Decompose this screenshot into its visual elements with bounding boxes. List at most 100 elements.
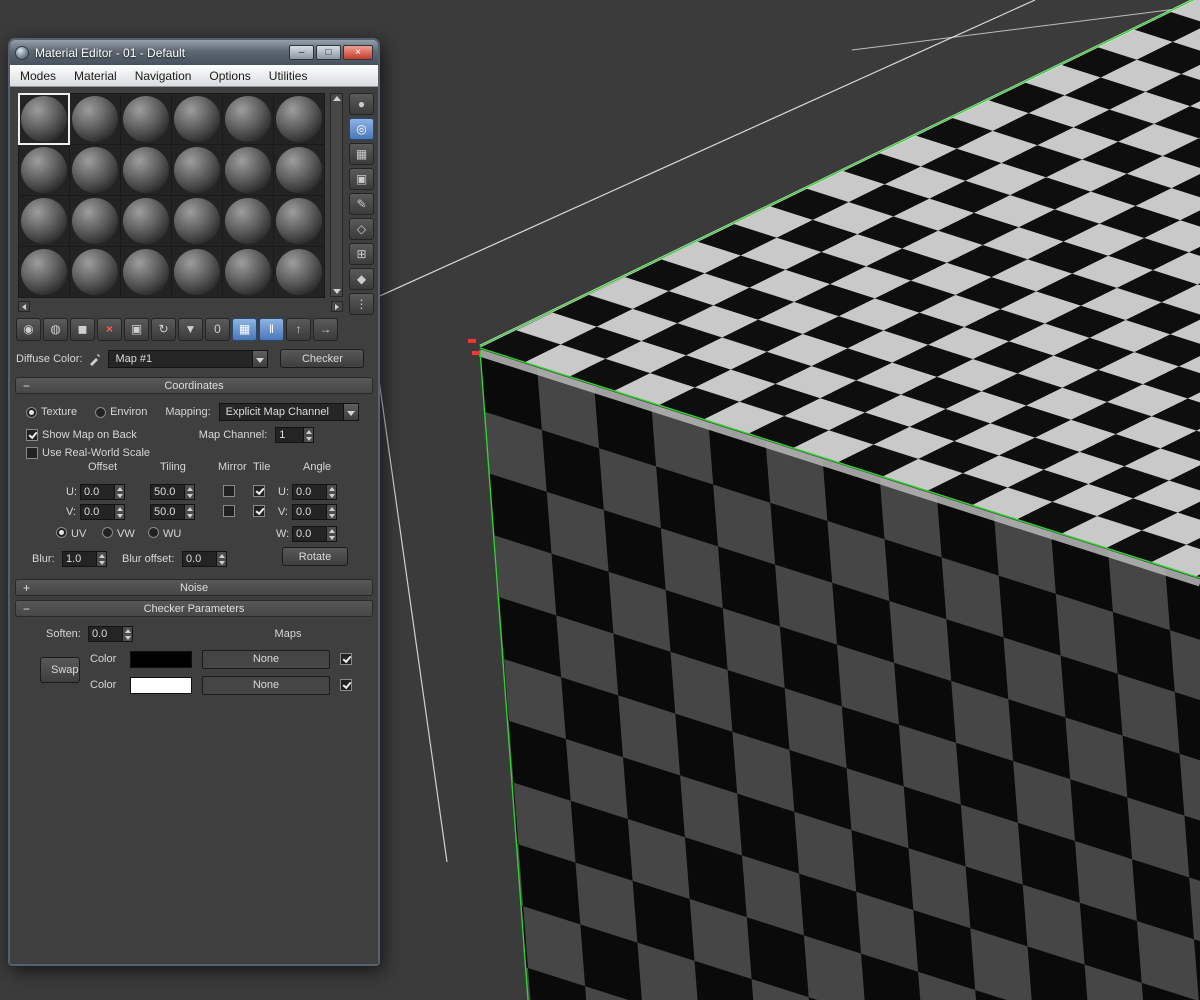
- video-color-check-button[interactable]: ✎: [349, 193, 374, 215]
- angle-u-spinner[interactable]: [326, 484, 337, 500]
- vw-radio-label[interactable]: VW: [117, 528, 135, 540]
- assign-material-to-selection-button[interactable]: ◼: [70, 318, 95, 341]
- angle-v-spinner[interactable]: [326, 504, 337, 520]
- menu-utilities[interactable]: Utilities: [269, 69, 308, 83]
- maximize-button[interactable]: □: [316, 45, 341, 60]
- vertex-marker[interactable]: [472, 351, 480, 355]
- slots-scrollbar[interactable]: [330, 93, 343, 297]
- material-slot[interactable]: [121, 94, 171, 144]
- tiling-v-field[interactable]: [150, 504, 184, 520]
- chevron-down-icon[interactable]: [252, 350, 268, 367]
- material-slot[interactable]: [172, 94, 222, 144]
- put-material-to-scene-button[interactable]: ◍: [43, 318, 68, 341]
- show-map-on-back-label[interactable]: Show Map on Back: [42, 429, 137, 441]
- slots-scroll-left[interactable]: [18, 301, 30, 312]
- material-slot[interactable]: [121, 247, 171, 297]
- material-slot[interactable]: [19, 145, 69, 195]
- tile-u-checkbox[interactable]: [253, 485, 265, 497]
- menu-navigation[interactable]: Navigation: [135, 69, 192, 83]
- material-slot[interactable]: [70, 247, 120, 297]
- mapping-dropdown[interactable]: Explicit Map Channel: [218, 403, 359, 421]
- blur-offset-field[interactable]: [182, 551, 216, 567]
- blur-spinner[interactable]: [96, 551, 107, 567]
- mirror-u-checkbox[interactable]: [223, 485, 235, 497]
- tiling-u-spinner[interactable]: [184, 484, 195, 500]
- soften-spinner[interactable]: [122, 626, 133, 642]
- mirror-v-checkbox[interactable]: [223, 505, 235, 517]
- material-slot[interactable]: [121, 145, 171, 195]
- angle-w-spinner[interactable]: [326, 526, 337, 542]
- coordinates-rollout-header[interactable]: − Coordinates: [15, 377, 373, 394]
- offset-u-spinner[interactable]: [114, 484, 125, 500]
- expand-icon[interactable]: +: [23, 580, 30, 596]
- material-slot[interactable]: [172, 196, 222, 246]
- eyedropper-icon[interactable]: [88, 352, 102, 366]
- show-map-in-viewport-button[interactable]: ▦: [232, 318, 257, 341]
- use-real-world-scale-checkbox[interactable]: [26, 447, 38, 459]
- material-slot[interactable]: [223, 196, 273, 246]
- material-slot[interactable]: [172, 145, 222, 195]
- map-channel-spinner[interactable]: [303, 427, 315, 443]
- material-slot[interactable]: [274, 145, 324, 195]
- soften-field[interactable]: [88, 626, 122, 642]
- offset-v-field[interactable]: [80, 504, 114, 520]
- color1-map-enable-checkbox[interactable]: [340, 653, 352, 665]
- make-material-copy-button[interactable]: ▣: [124, 318, 149, 341]
- material-slot[interactable]: [274, 247, 324, 297]
- wu-radio-label[interactable]: WU: [163, 528, 181, 540]
- magnify-button[interactable]: ◎: [349, 118, 374, 140]
- material-map-navigator-button[interactable]: ⋮: [349, 293, 374, 315]
- color2-swatch[interactable]: [130, 676, 192, 694]
- material-slot[interactable]: [274, 94, 324, 144]
- put-to-library-button[interactable]: ▼: [178, 318, 203, 341]
- chevron-down-icon[interactable]: [342, 404, 358, 420]
- material-slot[interactable]: [223, 247, 273, 297]
- reset-map-button[interactable]: ×: [97, 318, 122, 341]
- color1-swatch[interactable]: [130, 650, 192, 668]
- angle-v-field[interactable]: [292, 504, 326, 520]
- color2-map-button[interactable]: None: [202, 675, 330, 695]
- get-material-button[interactable]: ◉: [16, 318, 41, 341]
- go-forward-to-sibling-button[interactable]: →: [313, 318, 338, 341]
- blur-offset-spinner[interactable]: [216, 551, 227, 567]
- uv-radio[interactable]: [56, 527, 67, 538]
- material-slot[interactable]: [70, 145, 120, 195]
- material-slot[interactable]: [19, 196, 69, 246]
- angle-u-field[interactable]: [292, 484, 326, 500]
- texture-radio[interactable]: [26, 406, 37, 418]
- make-unique-button[interactable]: ↻: [151, 318, 176, 341]
- material-slot[interactable]: [70, 196, 120, 246]
- slots-scroll-right[interactable]: [331, 301, 343, 312]
- environ-radio-label[interactable]: Environ: [110, 406, 147, 418]
- map-channel-field[interactable]: [275, 427, 304, 443]
- minimize-button[interactable]: –: [289, 45, 314, 60]
- use-real-world-scale-label[interactable]: Use Real-World Scale: [42, 447, 150, 459]
- menu-modes[interactable]: Modes: [20, 69, 56, 83]
- go-to-parent-button[interactable]: ↑: [286, 318, 311, 341]
- material-slot[interactable]: [121, 196, 171, 246]
- collapse-icon[interactable]: −: [23, 601, 30, 617]
- material-slot[interactable]: [172, 247, 222, 297]
- rotate-button[interactable]: Rotate: [282, 547, 348, 566]
- sample-uv-tiling-button[interactable]: ▣: [349, 168, 374, 190]
- tile-v-checkbox[interactable]: [253, 505, 265, 517]
- offset-v-spinner[interactable]: [114, 504, 125, 520]
- tiling-u-field[interactable]: [150, 484, 184, 500]
- wu-radio[interactable]: [148, 527, 159, 538]
- blur-field[interactable]: [62, 551, 96, 567]
- scroll-down-icon[interactable]: [332, 289, 341, 294]
- offset-u-field[interactable]: [80, 484, 114, 500]
- noise-rollout-header[interactable]: + Noise: [15, 579, 373, 596]
- angle-w-field[interactable]: [292, 526, 326, 542]
- collapse-icon[interactable]: −: [23, 378, 30, 394]
- map-type-button[interactable]: Checker: [280, 349, 365, 368]
- uv-radio-label[interactable]: UV: [71, 528, 86, 540]
- tiling-v-spinner[interactable]: [184, 504, 195, 520]
- color2-map-enable-checkbox[interactable]: [340, 679, 352, 691]
- background-button[interactable]: ▦: [349, 143, 374, 165]
- material-slot[interactable]: [223, 145, 273, 195]
- options-button[interactable]: ⊞: [349, 243, 374, 265]
- color1-map-button[interactable]: None: [202, 649, 330, 669]
- map-name-dropdown[interactable]: Map #1: [108, 349, 269, 368]
- vertex-marker[interactable]: [468, 339, 476, 343]
